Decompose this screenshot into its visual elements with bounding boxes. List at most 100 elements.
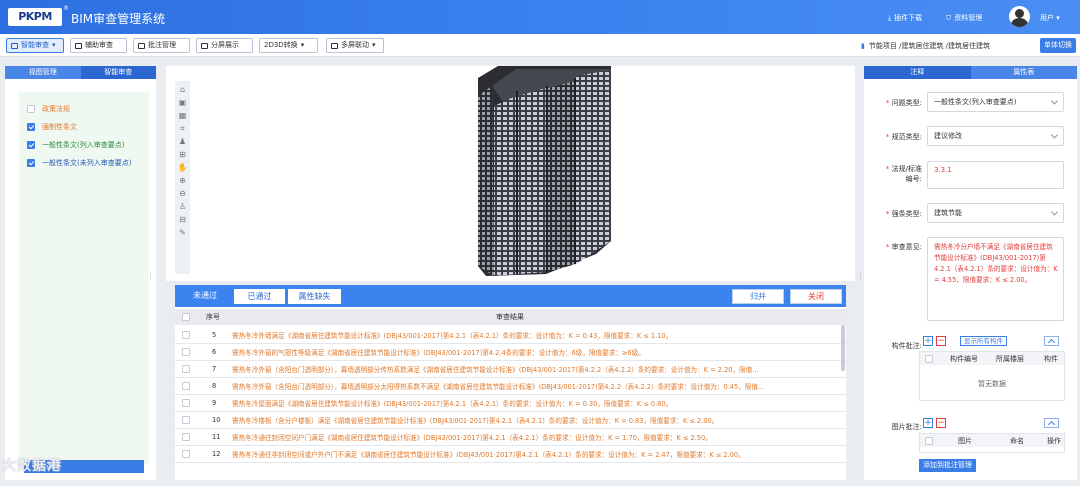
- tab-passed[interactable]: 已通过: [234, 289, 285, 304]
- chevron-down-icon: [1050, 97, 1059, 105]
- checkbox[interactable]: [925, 354, 933, 363]
- download-icon: ⤓: [888, 13, 892, 22]
- row-checkbox[interactable]: [182, 450, 190, 458]
- breadcrumb-text: 节能项目 /建筑居住建筑 /建筑居住建筑: [868, 42, 991, 50]
- left-panel-tabs: 视图管理 智能审查: [5, 66, 156, 79]
- row-checkbox[interactable]: [182, 382, 190, 390]
- app-title: BIM审查管理系统: [71, 12, 166, 26]
- document-icon: [75, 42, 82, 49]
- data-manage-link[interactable]: ⛉ 资料管理: [946, 13, 982, 23]
- add-image-button[interactable]: +: [923, 418, 933, 428]
- table-row[interactable]: 7 需热冬冷外窗（含阳台门透明部分），幕墙透明部分传热系数满足《湖南省居住建筑节…: [175, 361, 846, 378]
- issue-type-select[interactable]: 一般性条文(列入审查要点): [927, 92, 1064, 112]
- law-number-label: * 法规/标准: [885, 165, 922, 173]
- monitor-icon: [11, 42, 18, 49]
- checkbox[interactable]: [27, 123, 35, 131]
- smart-review-button[interactable]: 智能审查 ▾: [6, 38, 64, 53]
- row-result: 需热冬冷外窗（含阳台门透明部分），幕墙透明部分太阳得热系数不满足《湖南省居住建筑…: [232, 383, 765, 391]
- checkbox[interactable]: [27, 159, 35, 167]
- plugin-download-link[interactable]: ⤓ 插件下载: [888, 13, 922, 23]
- annotation-manage-button[interactable]: 批注管理: [133, 38, 190, 53]
- assist-review-label: 辅助审查: [85, 41, 113, 49]
- tab-attributes[interactable]: 属性表: [970, 66, 1077, 79]
- remove-image-button[interactable]: −: [936, 418, 946, 428]
- merge-button[interactable]: 归并: [732, 289, 784, 304]
- filter-label: 一般性条文(未列入审查要点): [42, 159, 132, 167]
- row-result: 需热冬冷通往非封闭空间或户外户门不满足《湖南省居住建筑节能设计标准》(DBJ43…: [232, 451, 745, 459]
- tab-missing-attributes[interactable]: 属性缺失: [288, 289, 341, 304]
- filter-item[interactable]: 政策法规: [27, 104, 70, 114]
- spec-type-select[interactable]: 建议修改: [927, 126, 1064, 146]
- table-scrollbar[interactable]: [841, 325, 845, 371]
- filter-label: 强制性条文: [42, 123, 77, 131]
- collapse-component-button[interactable]: [1044, 336, 1059, 346]
- filter-label: 政策法规: [42, 105, 70, 113]
- resize-handle[interactable]: ⋮: [857, 272, 864, 282]
- row-checkbox[interactable]: [182, 399, 190, 407]
- tab-annotation[interactable]: 注释: [864, 66, 971, 79]
- table-row[interactable]: 10 需热冬冷楼板（含分户楼板）满足《湖南省居住建筑节能设计标准》(DBJ43/…: [175, 412, 846, 429]
- image-table: 图片 命名 操作: [919, 433, 1065, 453]
- split-view-label: 分屏展示: [211, 41, 239, 49]
- filter-item[interactable]: 强制性条文: [27, 122, 77, 132]
- law-number-input[interactable]: 3.3.1: [927, 161, 1064, 189]
- filter-item[interactable]: 一般性条文(未列入审查要点): [27, 158, 131, 168]
- assist-review-button[interactable]: 辅助审查: [70, 38, 127, 53]
- component-table: 构件编号 所属楼层 构件 暂无数据: [919, 351, 1065, 401]
- filter-item[interactable]: 一般性条文(列入审查要点): [27, 140, 124, 150]
- collapse-image-button[interactable]: [1044, 418, 1059, 428]
- table-row[interactable]: 9 需热冬冷屋面满足《湖南省居住建筑节能设计标准》(DBJ43/001-2017…: [175, 395, 846, 412]
- checkbox[interactable]: [27, 105, 35, 113]
- tab-smart-review[interactable]: 智能审查: [80, 66, 156, 79]
- bim-3d-viewer[interactable]: ⌂ ▣ ▦ ⌗ ♟ ⊞ ✋ ⊕ ⊖ ♙ ⊟ ✎: [166, 66, 855, 281]
- close-button[interactable]: 关闭: [790, 289, 842, 304]
- remove-component-button[interactable]: −: [936, 336, 946, 346]
- row-result: 需热冬冷屋面满足《湖南省居住建筑节能设计标准》(DBJ43/001-2017)第…: [232, 400, 673, 408]
- tab-not-passed[interactable]: 未通过: [183, 289, 227, 304]
- tab-view-manage[interactable]: 视图管理: [5, 66, 81, 79]
- row-checkbox[interactable]: [182, 331, 190, 339]
- discipline-select[interactable]: 建筑节能: [927, 203, 1064, 223]
- row-checkbox[interactable]: [182, 416, 190, 424]
- split-view-button[interactable]: 分屏展示: [196, 38, 253, 53]
- avatar[interactable]: [1009, 6, 1030, 27]
- review-result-panel: 未通过 已通过 属性缺失 归并 关闭 序号 审查结果 5 需热冬冷外墙满足《湖南…: [175, 285, 846, 480]
- add-component-button[interactable]: +: [923, 336, 933, 346]
- show-all-components-button[interactable]: 显示所有构件: [960, 336, 1007, 346]
- opinion-label: * 审查意见:: [885, 243, 922, 251]
- table-row[interactable]: 5 需热冬冷外墙满足《湖南省居住建筑节能设计标准》(DBJ43/001-2017…: [175, 327, 846, 344]
- app-header: PKPM ® BIM审查管理系统 ⤓ 插件下载 ⛉ 资料管理 用户 ▾: [0, 0, 1080, 34]
- select-all-checkbox[interactable]: [182, 313, 190, 321]
- table-row[interactable]: 8 需热冬冷外窗（含阳台门透明部分），幕墙透明部分太阳得热系数不满足《湖南省居住…: [175, 378, 846, 395]
- review-filter-list: 政策法规 强制性条文 一般性条文(列入审查要点) 一般性条文(未列入审查要点): [19, 92, 149, 464]
- discipline-label: * 强条类型:: [885, 210, 922, 218]
- row-checkbox[interactable]: [182, 433, 190, 441]
- user-menu[interactable]: 用户 ▾: [1040, 13, 1060, 23]
- unit-switch-button[interactable]: 单体切换: [1040, 38, 1076, 53]
- spec-type-label: * 规范类型:: [885, 133, 922, 141]
- logo-registered-mark: ®: [63, 5, 69, 12]
- law-number-label-2: 编号:: [905, 175, 922, 183]
- opinion-textarea[interactable]: 需热冬冷分户墙不满足《湖南省居住建筑节能设计标准》(DBJ43/001-2017…: [927, 237, 1064, 321]
- left-panel: 视图管理 智能审查 政策法规 强制性条文 一般性条文(列入审查要点) 一般性条文…: [5, 66, 156, 480]
- row-number: 10: [212, 416, 221, 424]
- checkbox[interactable]: [27, 141, 35, 149]
- checkbox[interactable]: [925, 436, 933, 445]
- table-row[interactable]: 6 需热冬冷外窗的气密性等级满足《湖南省居住建筑节能设计标准》(DBJ43/00…: [175, 344, 846, 361]
- chevron-down-icon: [1050, 208, 1059, 216]
- opinion-value: 需热冬冷分户墙不满足《湖南省居住建筑节能设计标准》(DBJ43/001-2017…: [934, 243, 1058, 284]
- col-image: 图片: [958, 436, 972, 445]
- resize-handle[interactable]: ⋮: [147, 272, 154, 282]
- row-checkbox[interactable]: [182, 365, 190, 373]
- add-to-annotation-button[interactable]: 添加到批注管理: [919, 459, 976, 472]
- table-row[interactable]: 11 需热冬冷通往封闭空间户门满足《湖南省居住建筑节能设计标准》(DBJ43/0…: [175, 429, 846, 446]
- row-checkbox[interactable]: [182, 348, 190, 356]
- row-number: 5: [212, 331, 217, 339]
- col-no: 序号: [206, 313, 220, 321]
- view-mode-select[interactable]: 2D3D转换 ▾: [259, 38, 318, 53]
- table-row[interactable]: 12 需热冬冷通往非封闭空间或户外户门不满足《湖南省居住建筑节能设计标准》(DB…: [175, 446, 846, 463]
- split-screen-icon: [201, 42, 208, 49]
- multi-link-label: 多屏联动: [341, 41, 369, 49]
- multi-link-button[interactable]: 多屏联动 ▾: [326, 38, 384, 53]
- law-number-value: 3.3.1: [934, 166, 952, 174]
